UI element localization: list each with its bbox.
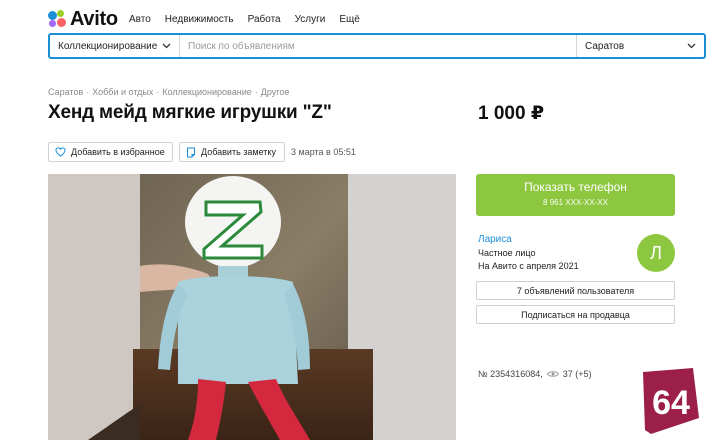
favorite-label: Добавить в избранное bbox=[71, 147, 165, 157]
add-to-favorites-button[interactable]: Добавить в избранное bbox=[48, 142, 173, 162]
logo-text: Avito bbox=[70, 7, 118, 30]
nav-services[interactable]: Услуги bbox=[295, 14, 326, 25]
nav-auto[interactable]: Авто bbox=[129, 14, 151, 25]
show-phone-button[interactable]: Показать телефон 8 961 XXX-XX-XX bbox=[476, 174, 675, 216]
heart-icon bbox=[55, 147, 66, 157]
chevron-down-icon bbox=[162, 43, 171, 49]
phone-masked: 8 961 XXX-XX-XX bbox=[543, 198, 608, 207]
eye-icon bbox=[546, 371, 559, 377]
search-bar: Коллекционирование Саратов bbox=[48, 33, 706, 59]
seller-name-link[interactable]: Лариса bbox=[478, 234, 512, 245]
seller-ads-button[interactable]: 7 объявлений пользователя bbox=[476, 281, 675, 300]
category-select[interactable]: Коллекционирование bbox=[50, 35, 180, 57]
ad-number: № 2354316084, bbox=[478, 369, 543, 379]
listing-title: Хенд мейд мягкие игрушки "Z" bbox=[48, 102, 332, 123]
category-select-value: Коллекционирование bbox=[58, 40, 158, 52]
breadcrumb-city[interactable]: Саратов bbox=[48, 87, 83, 97]
city-select[interactable]: Саратов bbox=[576, 35, 704, 57]
breadcrumb-other[interactable]: Другое bbox=[261, 87, 290, 97]
avito-logo[interactable]: Avito bbox=[48, 8, 118, 30]
nav-jobs[interactable]: Работа bbox=[248, 14, 281, 25]
logo-dots-icon bbox=[48, 10, 66, 28]
search-input[interactable] bbox=[180, 35, 576, 57]
view-count: 37 (+5) bbox=[562, 369, 592, 379]
seller-type: Частное лицо bbox=[478, 248, 536, 258]
city-select-value: Саратов bbox=[585, 40, 625, 52]
listing-price: 1 000 ₽ bbox=[478, 103, 545, 124]
listing-stats: № 2354316084, 37 (+5) bbox=[478, 369, 592, 379]
chevron-down-icon bbox=[687, 43, 696, 49]
add-note-button[interactable]: Добавить заметку bbox=[179, 142, 285, 162]
note-label: Добавить заметку bbox=[201, 147, 276, 157]
badge-shape-icon: 64 bbox=[643, 368, 699, 434]
listing-date: 3 марта в 05:51 bbox=[291, 147, 356, 157]
subscribe-seller-button[interactable]: Подписаться на продавца bbox=[476, 305, 675, 324]
seller-avatar[interactable]: Л bbox=[637, 234, 675, 272]
listing-photo[interactable] bbox=[48, 174, 456, 440]
toy-photo bbox=[48, 174, 456, 440]
show-phone-label: Показать телефон bbox=[524, 180, 627, 194]
breadcrumb: Саратов · Хобби и отдых · Коллекционирование… bbox=[48, 87, 290, 97]
seller-since: На Авито с апреля 2021 bbox=[478, 261, 579, 271]
note-icon bbox=[187, 147, 195, 157]
nav-more[interactable]: Ещё bbox=[339, 14, 359, 25]
top-nav: Авто Недвижимость Работа Услуги Ещё bbox=[129, 14, 374, 25]
breadcrumb-collecting[interactable]: Коллекционирование bbox=[162, 87, 251, 97]
nav-realty[interactable]: Недвижимость bbox=[165, 14, 234, 25]
badge-text: 64 bbox=[652, 384, 690, 422]
regional-badge-watermark: 64 bbox=[641, 368, 699, 434]
breadcrumb-hobby[interactable]: Хобби и отдых bbox=[92, 87, 153, 97]
